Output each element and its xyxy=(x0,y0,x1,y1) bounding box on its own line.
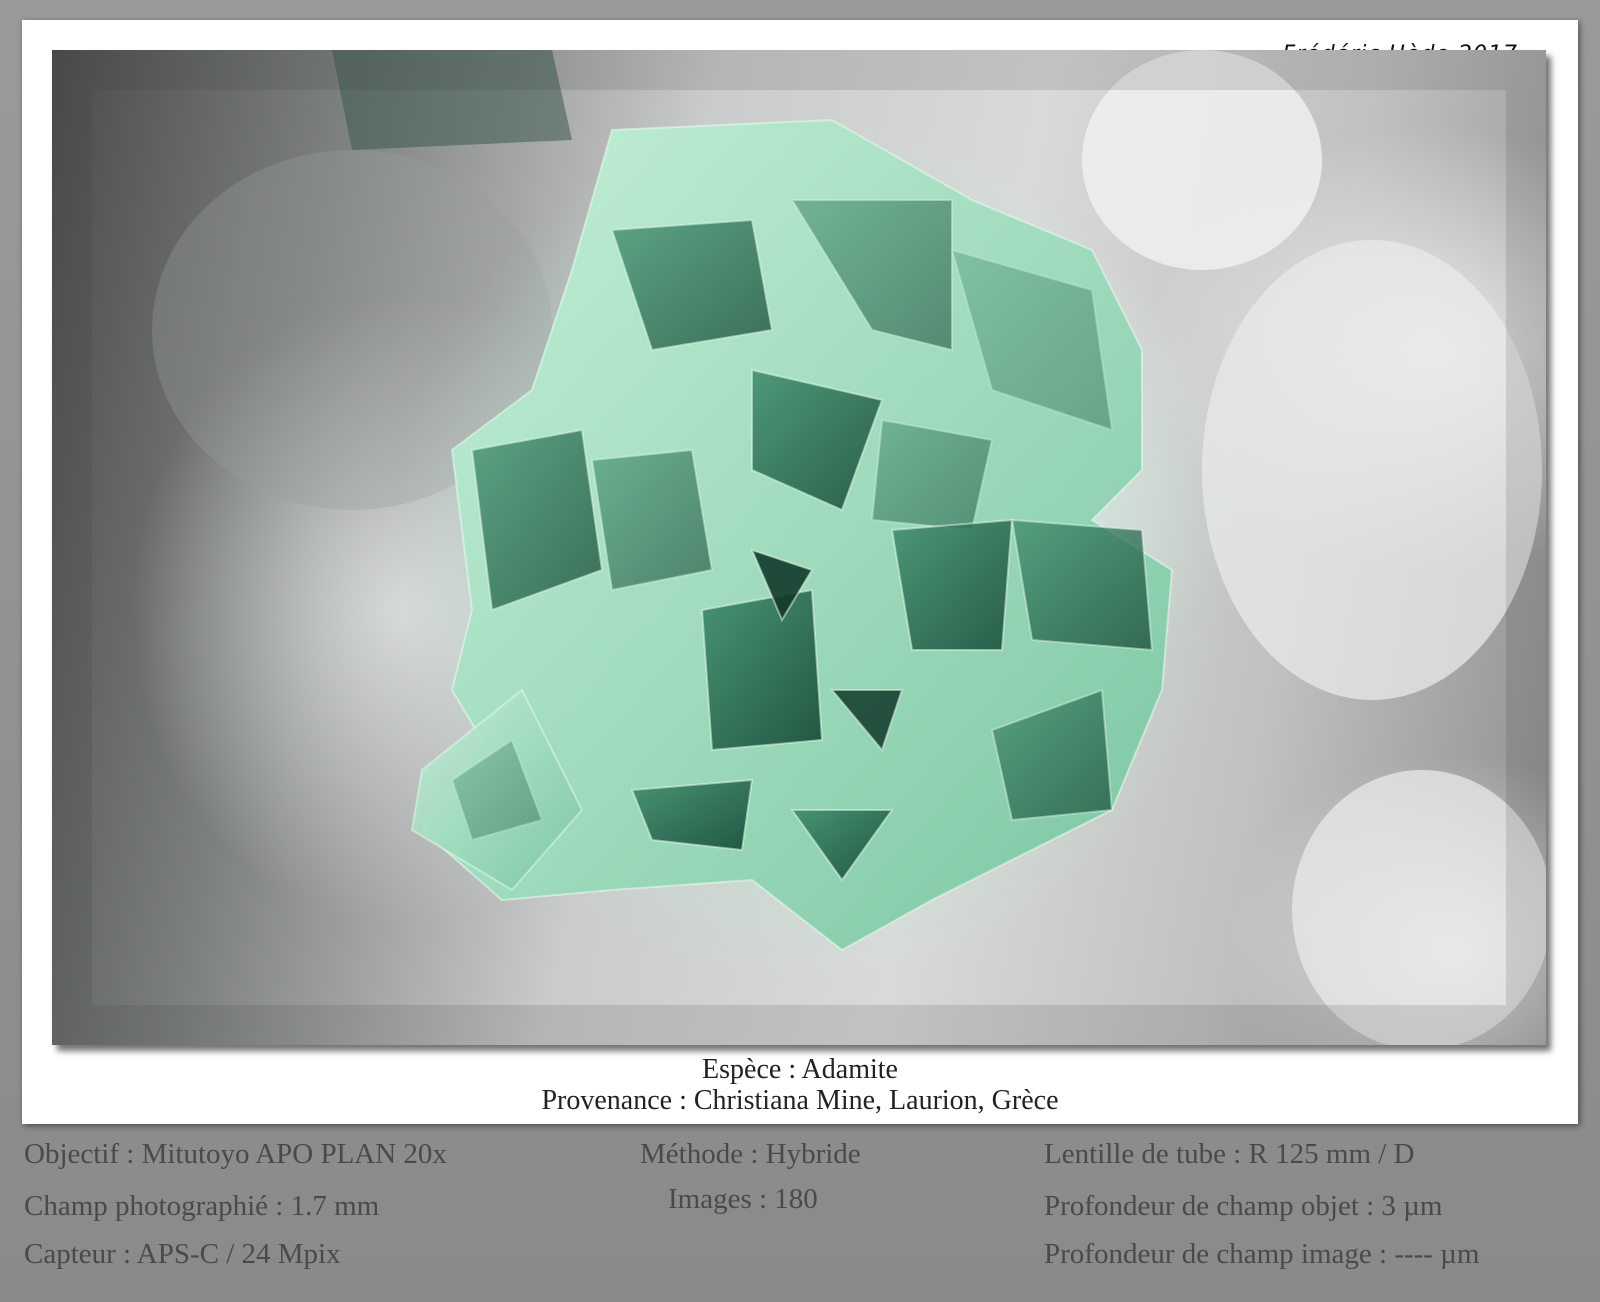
species-caption: Espèce : Adamite xyxy=(702,1054,898,1085)
dof-image-info: Profondeur de champ image : ---- µm xyxy=(1044,1238,1480,1270)
images-info: Images : 180 xyxy=(668,1183,818,1215)
origin-caption: Provenance : Christiana Mine, Laurion, G… xyxy=(541,1085,1059,1116)
tube-lens-info: Lentille de tube : R 125 mm / D xyxy=(1044,1138,1415,1170)
sensor-info: Capteur : APS-C / 24 Mpix xyxy=(24,1238,341,1270)
objective-info: Objectif : Mitutoyo APO PLAN 20x xyxy=(24,1138,447,1170)
field-info: Champ photographié : 1.7 mm xyxy=(24,1190,380,1222)
adamite-crystals-illustration xyxy=(52,50,1546,1045)
method-info: Méthode : Hybride xyxy=(640,1138,861,1170)
mineral-photo xyxy=(52,50,1546,1045)
dof-object-info: Profondeur de champ objet : 3 µm xyxy=(1044,1190,1443,1222)
